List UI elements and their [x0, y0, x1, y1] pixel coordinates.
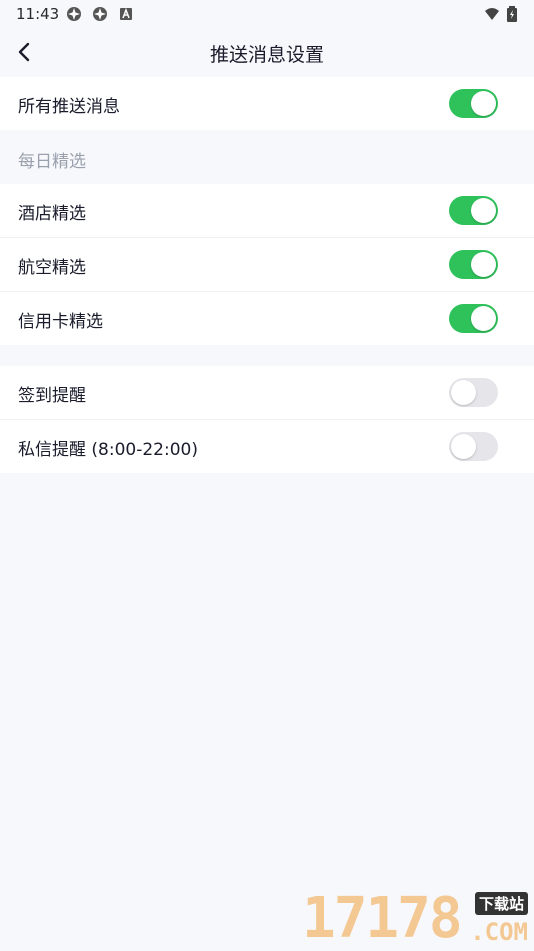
setting-row-private-message: 私信提醒 (8:00-22:00): [0, 420, 534, 473]
nav-bar: 推送消息设置: [0, 28, 534, 76]
reminders-section: 签到提醒 私信提醒 (8:00-22:00): [0, 366, 534, 473]
watermark-logo: 17178 下载站 .COM: [302, 890, 530, 948]
setting-row-hotel: 酒店精选: [0, 184, 534, 238]
setting-label: 信用卡精选: [18, 312, 103, 332]
checkin-reminder-toggle[interactable]: [449, 378, 498, 407]
credit-card-toggle[interactable]: [449, 304, 498, 333]
watermark-digits: 17178: [302, 886, 463, 951]
private-message-reminder-toggle[interactable]: [449, 432, 498, 461]
app-icon: [93, 7, 107, 21]
airline-toggle[interactable]: [449, 250, 498, 279]
watermark-com: .COM: [470, 918, 528, 946]
toggle-knob: [471, 306, 496, 331]
all-push-toggle[interactable]: [449, 89, 498, 118]
page-title: 推送消息设置: [209, 44, 324, 66]
toggle-knob: [471, 252, 496, 277]
wifi-icon: [485, 8, 499, 20]
toggle-knob: [451, 380, 476, 405]
setting-label: 航空精选: [18, 258, 86, 278]
group-header-daily: 每日精选: [18, 152, 86, 172]
status-bar: 11:43: [0, 0, 534, 28]
setting-row-airline: 航空精选: [0, 238, 534, 292]
setting-label: 所有推送消息: [18, 97, 120, 117]
a-icon: [120, 7, 132, 20]
hotel-toggle[interactable]: [449, 196, 498, 225]
toggle-knob: [471, 198, 496, 223]
setting-row-checkin: 签到提醒: [0, 366, 534, 420]
watermark-cn: 下载站: [474, 892, 528, 915]
setting-label: 私信提醒 (8:00-22:00): [18, 440, 198, 460]
setting-row-credit-card: 信用卡精选: [0, 292, 534, 345]
battery-icon: [507, 6, 517, 22]
toggle-knob: [471, 91, 496, 116]
status-time: 11:43: [16, 5, 60, 23]
setting-label: 签到提醒: [18, 386, 86, 406]
daily-section: 酒店精选 航空精选 信用卡精选: [0, 184, 534, 345]
setting-row-all-push: 所有推送消息: [0, 77, 534, 130]
app-icon: [67, 7, 81, 21]
toggle-knob: [451, 434, 476, 459]
all-push-section: 所有推送消息: [0, 77, 534, 130]
setting-label: 酒店精选: [18, 204, 86, 224]
